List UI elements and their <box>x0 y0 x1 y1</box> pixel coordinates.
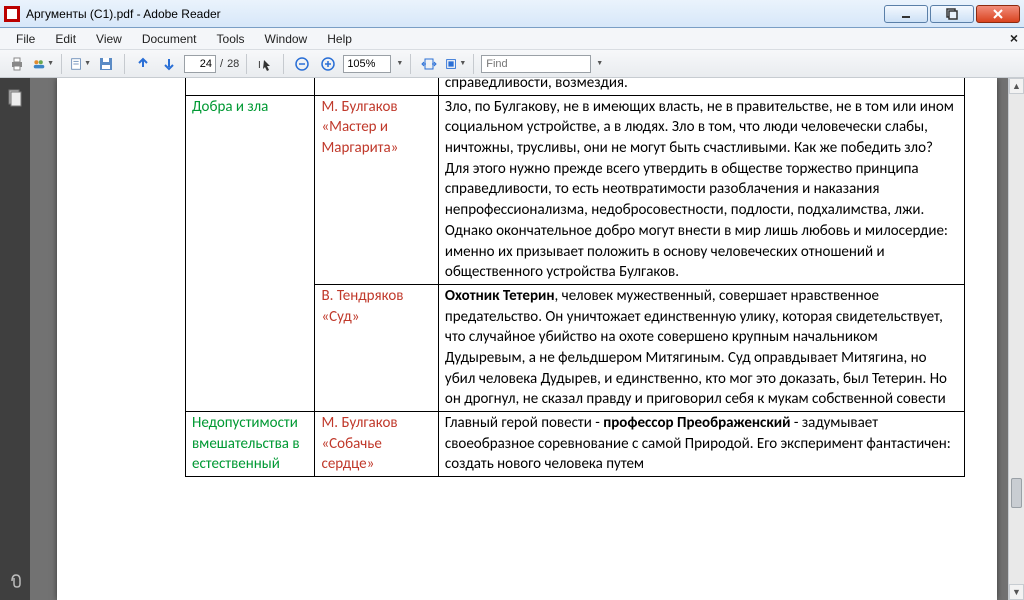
table-row: Недопустимости вмешательства в естествен… <box>186 412 965 477</box>
zoom-in-button[interactable] <box>317 53 339 75</box>
pages-panel-icon[interactable] <box>4 86 26 110</box>
vertical-scrollbar[interactable]: ▲ ▼ <box>1008 78 1024 600</box>
menu-help[interactable]: Help <box>317 30 362 48</box>
argument-cell: , человек мужественный, совершает нравст… <box>445 287 947 408</box>
minimize-button[interactable] <box>884 5 928 23</box>
argument-cell: Зло, по Булгакову, не в имеющих власть, … <box>445 98 954 282</box>
print-button[interactable] <box>6 53 28 75</box>
page-view-button[interactable]: ▼ <box>69 53 91 75</box>
select-tool-button[interactable]: I <box>254 53 276 75</box>
prev-page-button[interactable] <box>132 53 154 75</box>
workspace: справедливости, возмездия. Добра и зла М… <box>0 78 1024 600</box>
theme-cell: Добра и зла <box>192 98 268 116</box>
work-cell: М. Булгаков «Собачье сердце» <box>321 414 397 473</box>
menu-bar: File Edit View Document Tools Window Hel… <box>0 28 1024 50</box>
menu-tools[interactable]: Tools <box>207 30 255 48</box>
table-row: справедливости, возмездия. <box>186 78 965 95</box>
table-row: Добра и зла М. Булгаков «Мастер и Маргар… <box>186 95 965 284</box>
argument-cell: Главный герой повести - <box>445 414 603 432</box>
toolbar-separator <box>283 54 284 74</box>
close-button[interactable] <box>976 5 1020 23</box>
pdf-page: справедливости, возмездия. Добра и зла М… <box>57 78 997 600</box>
attachments-panel-icon[interactable] <box>4 568 26 592</box>
zoom-input[interactable] <box>343 55 391 73</box>
window-title: Аргументы (С1).pdf - Adobe Reader <box>26 7 221 21</box>
scroll-down-button[interactable]: ▼ <box>1009 584 1024 600</box>
collab-button[interactable]: ▼ <box>32 53 54 75</box>
fit-width-button[interactable] <box>418 53 440 75</box>
work-cell: М. Булгаков «Мастер и Маргарита» <box>321 98 398 157</box>
window-controls <box>884 5 1020 23</box>
zoom-out-button[interactable] <box>291 53 313 75</box>
app-icon <box>4 6 20 22</box>
menu-file[interactable]: File <box>6 30 45 48</box>
svg-text:I: I <box>258 60 261 71</box>
page-sep: / <box>220 58 223 70</box>
document-close-icon[interactable]: × <box>1010 30 1018 46</box>
page-total: 28 <box>227 58 239 70</box>
chevron-down-icon[interactable]: ▼ <box>396 60 403 67</box>
next-page-button[interactable] <box>158 53 180 75</box>
scroll-up-button[interactable]: ▲ <box>1009 78 1024 94</box>
toolbar-separator <box>124 54 125 74</box>
nav-sidebar <box>0 78 30 600</box>
menu-window[interactable]: Window <box>255 30 318 48</box>
scroll-thumb[interactable] <box>1011 478 1022 508</box>
content-table: справедливости, возмездия. Добра и зла М… <box>185 78 965 477</box>
chevron-down-icon: ▼ <box>459 60 466 67</box>
toolbar-separator <box>473 54 474 74</box>
chevron-down-icon[interactable]: ▼ <box>596 60 603 67</box>
cell-text: справедливости, возмездия. <box>445 78 628 92</box>
toolbar-separator <box>410 54 411 74</box>
menu-edit[interactable]: Edit <box>45 30 86 48</box>
bold-text: Охотник Тетерин <box>445 287 555 305</box>
find-input[interactable] <box>481 55 591 73</box>
menu-document[interactable]: Document <box>132 30 207 48</box>
maximize-button[interactable] <box>930 5 974 23</box>
toolbar-separator <box>61 54 62 74</box>
chevron-down-icon: ▼ <box>84 60 91 67</box>
chevron-down-icon: ▼ <box>47 60 54 67</box>
bold-text: профессор Преображенский <box>603 414 790 432</box>
save-button[interactable] <box>95 53 117 75</box>
toolbar: ▼ ▼ / 28 I ▼ ▼ ▼ <box>0 50 1024 78</box>
page-number-input[interactable] <box>184 55 216 73</box>
fit-page-button[interactable]: ▼ <box>444 53 466 75</box>
menu-view[interactable]: View <box>86 30 132 48</box>
toolbar-separator <box>246 54 247 74</box>
work-cell: В. Тендряков «Суд» <box>321 287 403 326</box>
document-viewport[interactable]: справедливости, возмездия. Добра и зла М… <box>30 78 1024 600</box>
window-titlebar: Аргументы (С1).pdf - Adobe Reader <box>0 0 1024 28</box>
theme-cell: Недопустимости вмешательства в естествен… <box>192 414 300 473</box>
